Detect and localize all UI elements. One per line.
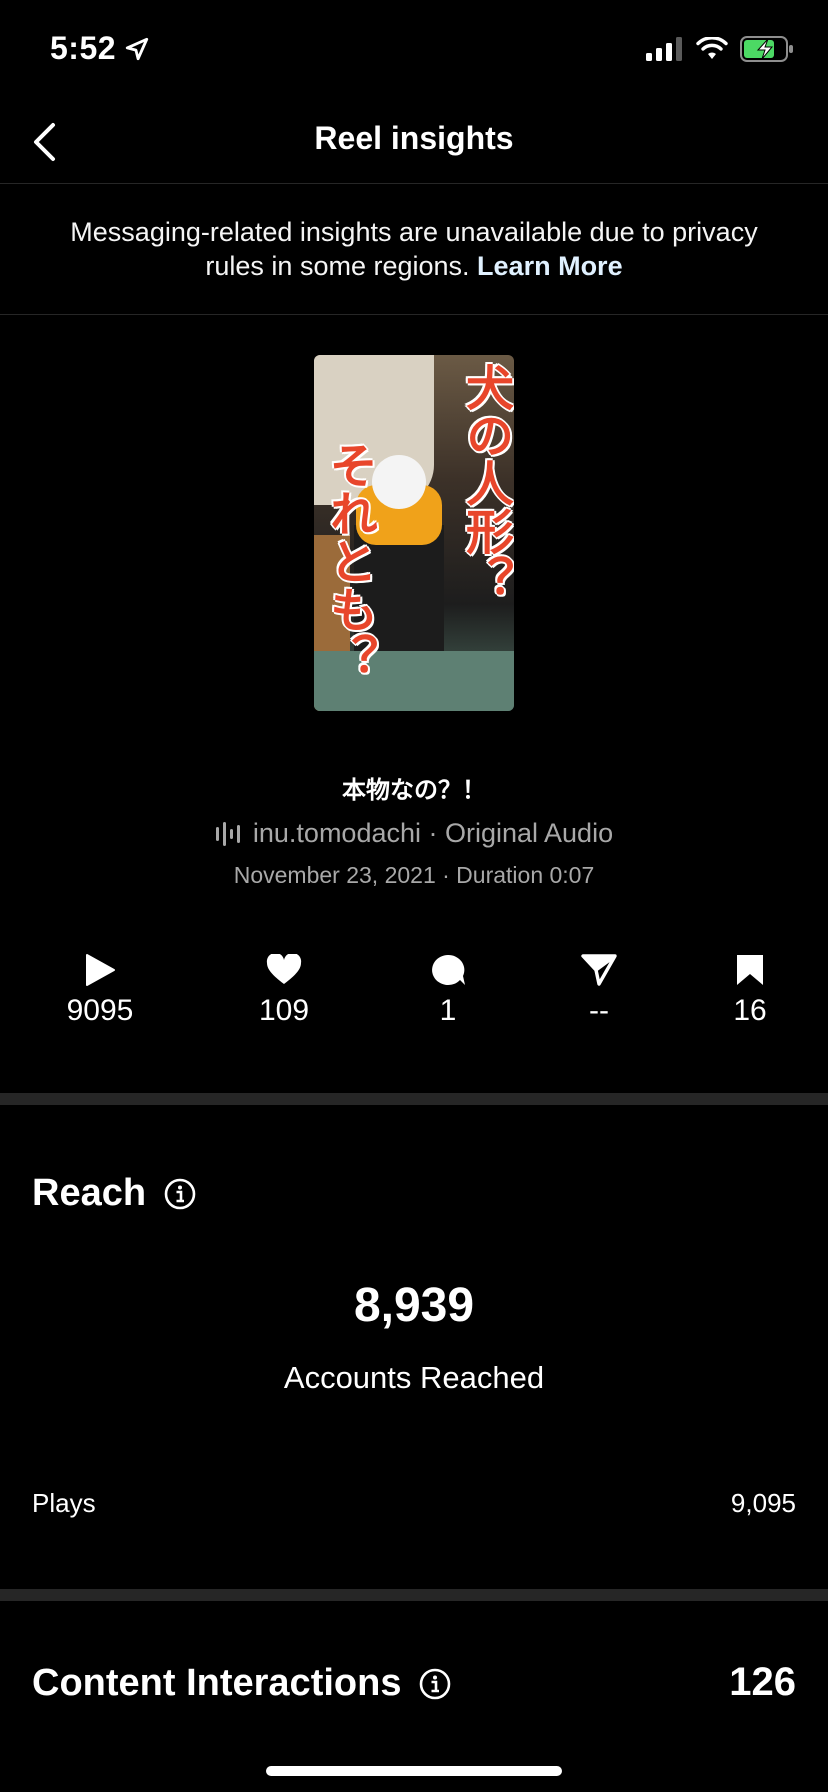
bookmark-icon [737,955,763,985]
info-icon[interactable] [419,1668,451,1700]
stat-shares-value: -- [589,994,609,1027]
stat-comments-value: 1 [439,994,457,1027]
navigation-header: Reel insights [0,100,828,184]
status-indicators [646,36,794,62]
comment-icon [432,954,465,985]
reel-insights-screen: 5:52 Reel insights Messaging-related ins… [0,0,828,1792]
accounts-reached-value: 8,939 [353,1279,475,1332]
reel-audio[interactable]: inu.tomodachi · Original Audio [0,818,828,849]
reach-title-text: Reach [32,1172,147,1214]
reel-audio-text: inu.tomodachi · Original Audio [252,818,614,848]
thumbnail-caption-2: それとも？ [322,441,375,681]
status-time: 5:52 [50,30,150,67]
reach-section-title: Reach [32,1172,196,1215]
heart-icon [266,954,302,984]
content-interactions-title: Content Interactions [32,1662,451,1705]
stat-plays: 9095 [20,950,180,1028]
status-time-text: 5:52 [50,30,117,66]
stat-saves: 16 [670,950,828,1028]
section-divider [0,1093,828,1105]
info-icon[interactable] [164,1178,196,1210]
reel-thumbnail[interactable]: 犬の人形？ それとも？ [314,355,514,711]
accounts-reached-label: Accounts Reached [283,1360,545,1395]
learn-more-link[interactable]: Learn More [477,251,623,281]
send-icon [581,954,617,986]
play-icon [86,954,115,986]
plays-row-label: Plays [32,1488,96,1518]
location-arrow-icon [125,37,149,60]
plays-row-value: 9,095 [730,1488,796,1518]
stat-plays-value: 9095 [66,994,134,1027]
privacy-notice-text: Messaging-related insights are unavailab… [70,217,758,281]
battery-charging-icon [740,36,793,62]
home-indicator[interactable] [266,1766,562,1776]
reel-title: 本物なの？！ [342,777,486,804]
reel-stats-row: 9095 109 1 -- 16 [0,950,828,1040]
stat-shares: -- [519,950,679,1028]
stat-comments: 1 [368,950,528,1028]
status-bar: 5:52 [0,0,828,100]
reel-date-duration: November 23, 2021 · Duration 0:07 [233,862,595,888]
stat-likes: 109 [204,950,364,1028]
page-title: Reel insights [314,120,514,156]
section-divider [0,1589,828,1601]
cellular-signal-icon [646,37,682,61]
audio-waveform-icon [215,821,240,846]
thumbnail-caption-1: 犬の人形？ [458,363,511,603]
content-interactions-title-text: Content Interactions [32,1662,402,1704]
wifi-icon [696,37,728,59]
stat-likes-value: 109 [258,994,310,1027]
content-interactions-value: 126 [729,1660,796,1704]
privacy-notice: Messaging-related insights are unavailab… [0,185,828,315]
stat-saves-value: 16 [733,994,767,1027]
